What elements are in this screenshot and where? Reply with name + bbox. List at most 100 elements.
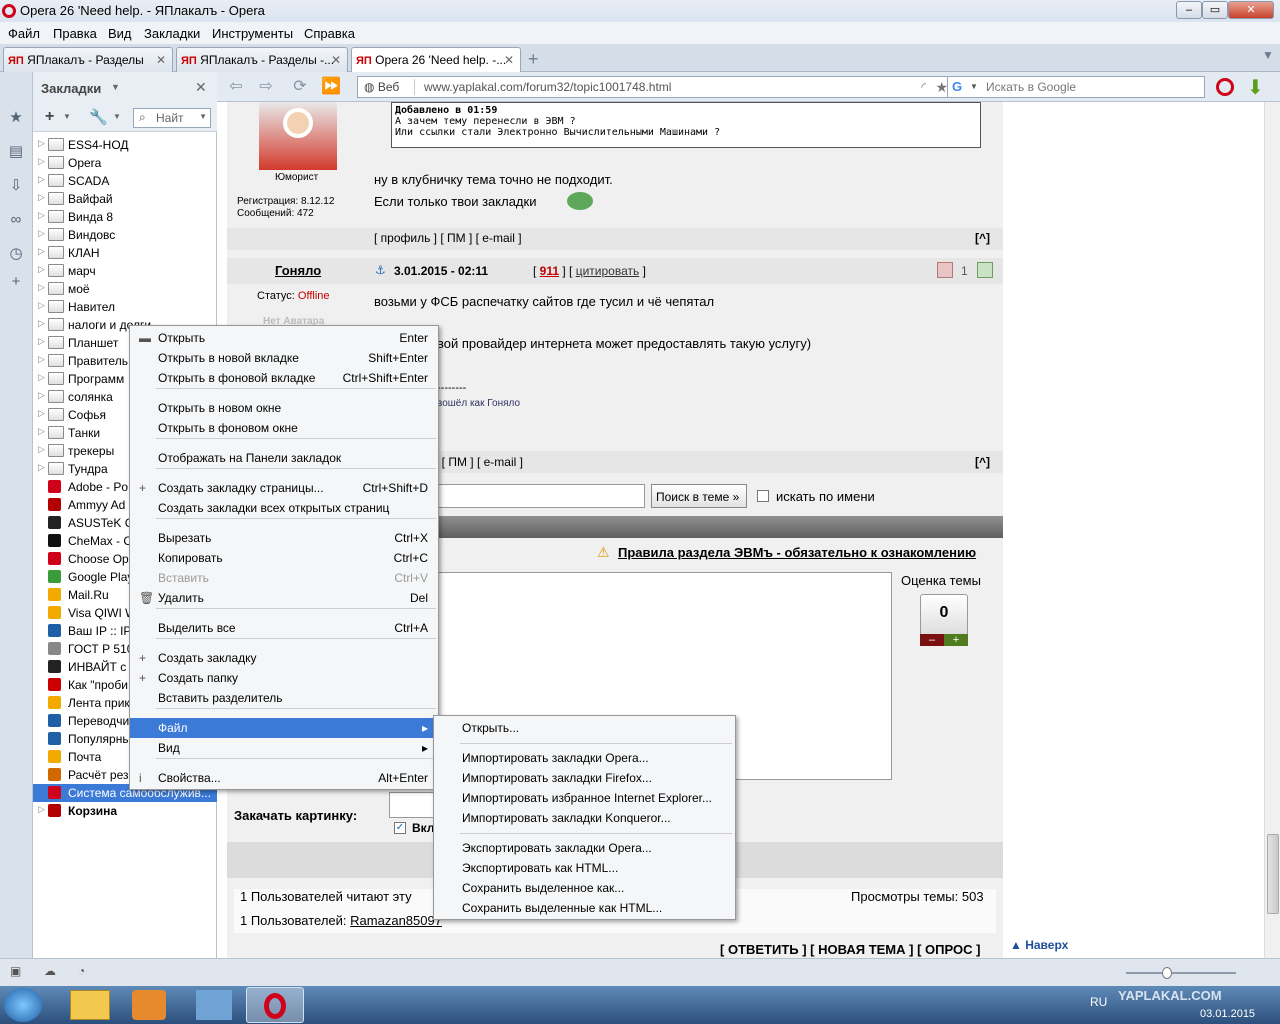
notes-icon[interactable]: ▤ — [8, 144, 24, 160]
menu-bookmarks[interactable]: Закладки — [144, 26, 200, 41]
expand-arrow-icon[interactable]: ▷ — [38, 318, 45, 329]
context-menu-item[interactable]: Открыть в новой вкладке Shift+Enter — [130, 348, 438, 368]
context-menu-item[interactable]: ▬ Открыть Enter — [130, 328, 438, 348]
web-security-badge[interactable]: ◍ Веб — [364, 80, 399, 94]
add-bookmark-icon[interactable]: + — [45, 108, 54, 126]
tab-close-icon[interactable]: ✕ — [156, 53, 166, 67]
user-link[interactable]: Ramazan85097 — [350, 913, 442, 928]
bookmark-folder[interactable]: ▷ Виндовс — [33, 226, 217, 244]
top-button[interactable]: [^] — [975, 231, 990, 245]
links-icon[interactable]: ∞ — [8, 212, 24, 228]
context-menu-item[interactable]: + Создать папку — [130, 668, 438, 688]
explorer-taskbar-icon[interactable] — [70, 990, 110, 1020]
bookmark-trash[interactable]: ▷ Корзина — [33, 802, 217, 820]
vertical-scrollbar[interactable] — [1264, 102, 1280, 958]
submenu-item[interactable]: Импортировать закладки Opera... — [434, 748, 735, 768]
turbo-icon[interactable]: ◔ — [78, 964, 85, 978]
expand-arrow-icon[interactable]: ▷ — [38, 390, 45, 401]
submenu-item[interactable]: Импортировать закладки Firefox... — [434, 768, 735, 788]
post-number-link[interactable]: 911 — [540, 264, 559, 278]
bookmarks-star-icon[interactable]: ★ — [8, 110, 24, 126]
bookmark-folder[interactable]: ▷ КЛАН — [33, 244, 217, 262]
cite-link[interactable]: цитировать — [576, 264, 640, 278]
chevron-down-icon[interactable]: ▼ — [970, 82, 978, 91]
back-to-top-link[interactable]: ▲ Наверх — [1010, 938, 1068, 952]
bookmark-folder[interactable]: ▷ моё — [33, 280, 217, 298]
chevron-down-icon[interactable]: ▼ — [63, 112, 71, 121]
search-by-name-checkbox[interactable] — [757, 490, 769, 502]
downloads-icon[interactable]: ⇩ — [8, 178, 24, 194]
like-icon[interactable] — [977, 262, 993, 278]
address-field[interactable]: ◍ Веб www.yaplakal.com/forum32/topic1001… — [357, 76, 964, 98]
context-menu-item[interactable]: + Создать закладку страницы... Ctrl+Shift+… — [130, 478, 438, 498]
expand-arrow-icon[interactable]: ▷ — [38, 264, 45, 275]
bookmark-folder[interactable]: ▷ Opera — [33, 154, 217, 172]
expand-arrow-icon[interactable]: ▷ — [38, 300, 45, 311]
expand-arrow-icon[interactable]: ▷ — [38, 210, 45, 221]
context-menu-item[interactable]: Открыть в фоновом окне — [130, 418, 438, 438]
context-menu-item[interactable]: Отображать на Панели закладок — [130, 448, 438, 468]
paint-taskbar-icon[interactable] — [196, 990, 232, 1020]
bookmark-folder[interactable]: ▷ марч — [33, 262, 217, 280]
context-menu-item[interactable]: Вставить разделитель — [130, 688, 438, 708]
tab-close-icon[interactable]: ✕ — [331, 53, 341, 67]
menu-view[interactable]: Вид — [108, 26, 132, 41]
back-icon[interactable]: ⇦ — [227, 78, 245, 96]
opera-update-icon[interactable] — [1216, 78, 1234, 96]
expand-arrow-icon[interactable]: ▷ — [38, 426, 45, 437]
tab-close-icon[interactable]: ✕ — [504, 53, 514, 67]
media-player-taskbar-icon[interactable] — [132, 990, 166, 1020]
close-button[interactable]: ✕ — [1228, 1, 1274, 19]
context-menu-item[interactable]: Вырезать Ctrl+X — [130, 528, 438, 548]
chevron-down-icon[interactable]: ▼ — [113, 112, 121, 121]
maximize-button[interactable]: ▭ — [1202, 1, 1228, 19]
rules-link[interactable]: Правила раздела ЭВМъ - обязательно к озн… — [618, 545, 976, 560]
submenu-item[interactable]: Сохранить выделенные как HTML... — [434, 898, 735, 918]
zoom-slider-handle[interactable] — [1162, 967, 1172, 979]
zoom-slider[interactable] — [1126, 972, 1236, 974]
post-links[interactable]: [ профиль ] [ ПМ ] [ e-mail ] — [374, 231, 522, 245]
panel-toggle-icon[interactable]: ▣ — [10, 964, 21, 978]
scrollbar-thumb[interactable] — [1267, 834, 1279, 914]
submenu-item[interactable]: Импортировать закладки Konqueror... — [434, 808, 735, 828]
menu-file[interactable]: Файл — [8, 26, 40, 41]
top-button[interactable]: [^] — [975, 455, 990, 469]
rate-up-button[interactable]: + — [944, 634, 968, 646]
post-links[interactable]: ] [ ПМ ] [ e-mail ] — [435, 455, 523, 469]
tab-3[interactable]: ЯП Opera 26 'Need help. -... ✕ — [351, 47, 521, 72]
expand-arrow-icon[interactable]: ▷ — [38, 228, 45, 239]
forward-icon[interactable]: ⇨ — [257, 78, 275, 96]
tab-2[interactable]: ЯП ЯПлакалъ - Разделы -... ✕ — [176, 47, 348, 72]
topic-search-input[interactable] — [437, 484, 645, 508]
bookmarks-search-input[interactable]: ⌕ Найт ▼ — [133, 108, 211, 128]
rate-down-button[interactable]: – — [920, 634, 944, 646]
fast-forward-icon[interactable]: ⏩ — [321, 78, 341, 96]
start-button[interactable] — [4, 988, 42, 1022]
download-arrow-icon[interactable]: ⬇ — [1247, 75, 1264, 100]
user-name-link[interactable]: Гоняло — [275, 263, 321, 278]
bookmark-folder[interactable]: ▷ Вайфай — [33, 190, 217, 208]
dislike-icon[interactable] — [937, 262, 953, 278]
topic-search-button[interactable]: Поиск в теме » — [651, 484, 747, 508]
expand-arrow-icon[interactable]: ▷ — [38, 282, 45, 293]
minimize-button[interactable]: – — [1176, 1, 1202, 19]
tab-menu-icon[interactable]: ▼ — [1262, 48, 1274, 62]
context-menu-item[interactable]: Вид ▸ — [130, 738, 438, 758]
history-clock-icon[interactable]: ◷ — [8, 246, 24, 262]
context-menu-item[interactable]: + Создать закладку — [130, 648, 438, 668]
expand-arrow-icon[interactable]: ▷ — [38, 408, 45, 419]
search-field[interactable]: G ▼ Искать в Google — [947, 76, 1205, 98]
context-menu-item[interactable]: 🗑 Удалить Del — [130, 588, 438, 608]
context-menu-item[interactable]: Вставить Ctrl+V — [130, 568, 438, 588]
expand-arrow-icon[interactable]: ▷ — [38, 354, 45, 365]
context-menu-item[interactable]: i Свойства... Alt+Enter — [130, 768, 438, 788]
expand-arrow-icon[interactable]: ▷ — [38, 444, 45, 455]
google-icon[interactable]: G — [952, 79, 962, 94]
submenu-item[interactable]: Сохранить выделенное как... — [434, 878, 735, 898]
expand-arrow-icon[interactable]: ▷ — [38, 174, 45, 185]
expand-arrow-icon[interactable]: ▷ — [38, 246, 45, 257]
reload-icon[interactable]: ⟳ — [291, 78, 309, 96]
context-menu-item[interactable]: Создать закладки всех открытых страниц — [130, 498, 438, 518]
wrench-icon[interactable]: 🔧 — [89, 108, 108, 126]
menu-edit[interactable]: Правка — [53, 26, 97, 41]
